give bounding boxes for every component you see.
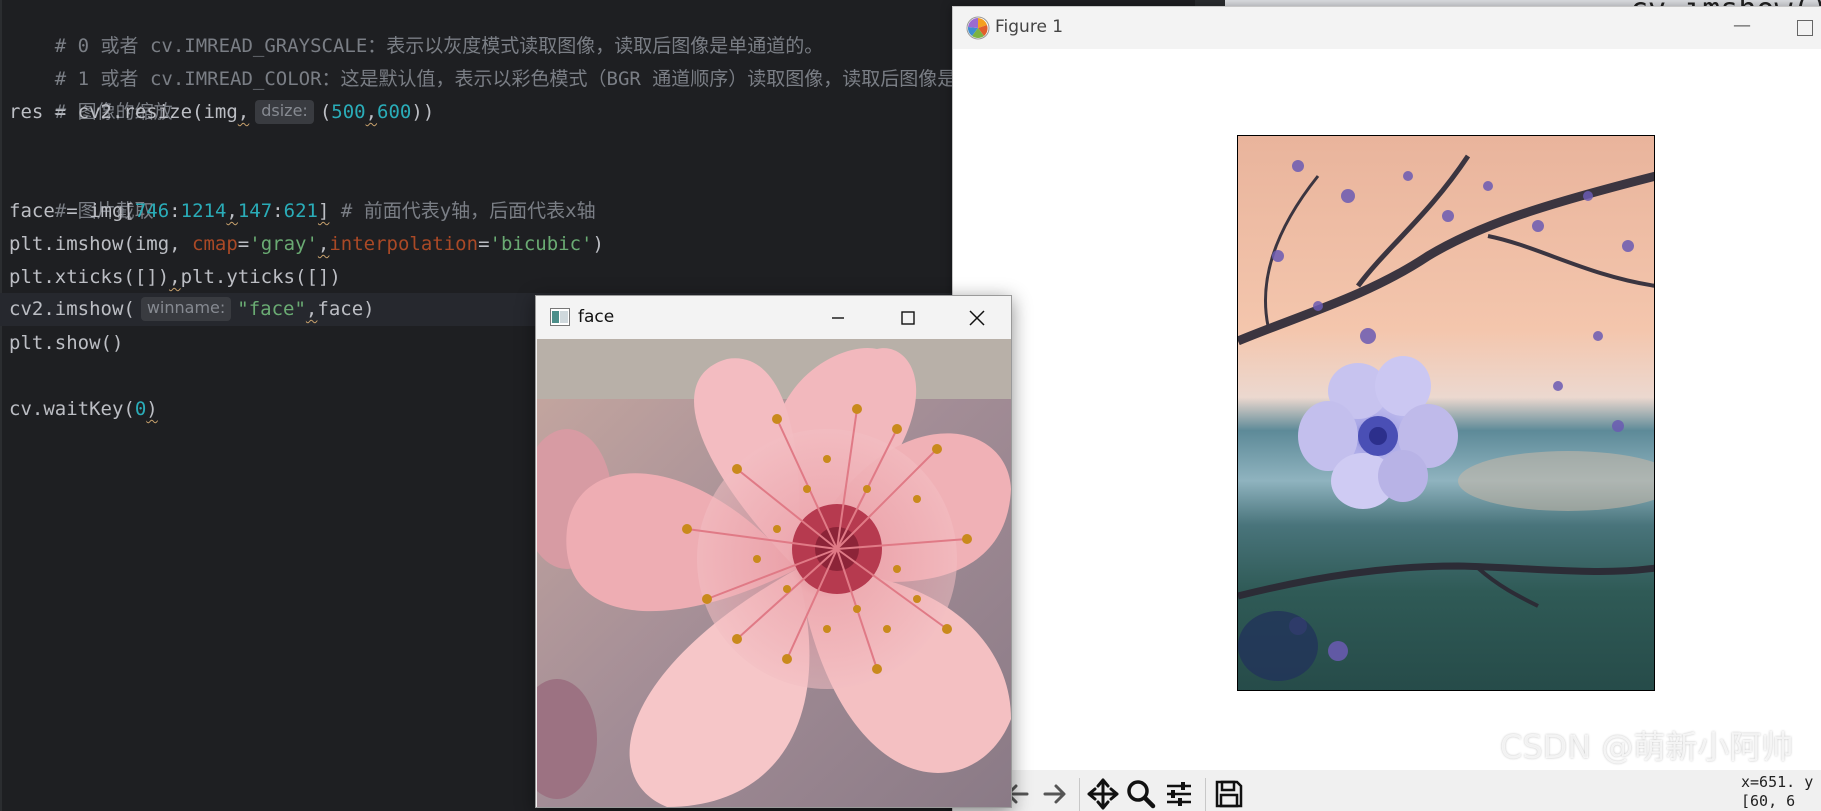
opencv-window-icon (550, 308, 570, 326)
code-face-var: face) (317, 298, 375, 320)
code-paren-close: ) (592, 233, 604, 255)
coord-line-1: x=651. y (1741, 773, 1814, 791)
figure-titlebar[interactable]: Figure 1 — (953, 7, 1821, 49)
coord-line-2: [60, 6 (1741, 792, 1796, 810)
code-num-0: 0 (134, 398, 147, 420)
figure-window[interactable]: Figure 1 — x=651. y [60, 6 (952, 6, 1821, 811)
configure-subplots-button[interactable] (1161, 776, 1197, 811)
code-paren-open: ( (319, 101, 332, 123)
code-imshow-call: plt.imshow(img, (9, 233, 193, 255)
code-line-2[interactable]: # 1 或者 cv.IMREAD_COLOR：这是默认值，表示以彩色模式（BGR… (9, 30, 995, 90)
zoom-button[interactable] (1123, 776, 1159, 811)
code-eq: = (237, 233, 250, 255)
figure-maximize-button[interactable] (1797, 20, 1813, 36)
cursor-coordinates: x=651. y [60, 6 (1741, 773, 1813, 811)
code-comma: , (169, 266, 181, 288)
comment-axis: # 前面代表y轴，后面代表x轴 (340, 200, 596, 222)
face-image (537, 339, 1011, 807)
pan-button[interactable] (1085, 776, 1121, 811)
code-plt-show: plt.show() (9, 332, 124, 354)
forward-button[interactable] (1037, 776, 1073, 811)
code-comma: , (317, 233, 330, 255)
code-line-13[interactable]: cv.waitKey(0) (9, 393, 158, 426)
code-str-gray: 'gray' (249, 233, 318, 255)
code-str-bicubic: 'bicubic' (489, 233, 593, 255)
csdn-watermark: CSDN @萌新小阿帅 (1500, 728, 1794, 766)
code-bracket-close: ] (317, 200, 330, 222)
code-waitkey: cv.waitKey( (9, 398, 135, 420)
maximize-icon (901, 310, 915, 325)
code-comma: , (226, 200, 238, 222)
code-str-face: "face" (237, 298, 306, 320)
code-line-7[interactable]: face = img[746:1214,147:621] # 前面代表y轴，后面… (9, 195, 596, 228)
minimize-icon (832, 316, 844, 319)
code-num-621: 621 (283, 200, 318, 222)
editor-gutter (0, 0, 2, 811)
code-line-1[interactable]: # 0 或者 cv.IMREAD_GRAYSCALE：表示以灰度模式读取图像，读… (9, 0, 824, 57)
figure-minimize-button[interactable]: — (1733, 15, 1751, 36)
code-colon: : (272, 200, 284, 222)
face-close-button[interactable] (942, 296, 1012, 339)
figure-blossom-image (1238, 136, 1654, 690)
code-line-6[interactable]: # 图片截取 (9, 162, 154, 222)
face-titlebar[interactable]: face (536, 296, 1011, 339)
code-num-746: 746 (134, 200, 170, 222)
figure-image-axes (1237, 135, 1655, 691)
comment-color: # 1 或者 cv.IMREAD_COLOR：这是默认值，表示以彩色模式（BGR… (54, 68, 995, 90)
param-hint-dsize: dsize: (255, 100, 314, 124)
figure-title: Figure 1 (995, 17, 1064, 37)
code-res-assign: res = cv2.resize(img (9, 101, 238, 123)
forward-icon (1043, 784, 1066, 804)
code-comma: , (237, 101, 250, 123)
code-paren-close: ) (146, 398, 158, 420)
face-maximize-button[interactable] (873, 296, 943, 339)
code-num-500: 500 (331, 101, 366, 123)
code-colon: : (169, 200, 181, 222)
save-icon (1215, 780, 1243, 808)
code-line-9[interactable]: plt.xticks([]),plt.yticks([]) (9, 261, 341, 294)
face-window[interactable]: face (535, 295, 1012, 808)
code-line-8[interactable]: plt.imshow(img, cmap='gray',interpolatio… (9, 228, 604, 261)
code-close-parens: )) (411, 101, 435, 123)
code-cv-imshow: cv2.imshow( (9, 298, 135, 320)
code-face-assign: face = img[ (9, 200, 135, 222)
code-param-cmap: cmap (192, 233, 238, 255)
close-icon (969, 309, 985, 326)
save-button[interactable] (1211, 776, 1247, 811)
face-window-title: face (578, 307, 615, 327)
figure-toolbar: x=651. y [60, 6 (953, 770, 1821, 811)
toolbar-separator (1079, 778, 1080, 811)
code-comma: , (305, 298, 318, 320)
code-param-interpolation: interpolation (329, 233, 479, 255)
code-line-11[interactable]: plt.show() (9, 327, 123, 360)
code-eq: = (478, 233, 490, 255)
face-blossom-image (537, 339, 1011, 807)
param-hint-winname: winname: (140, 297, 232, 321)
toolbar-separator (1205, 778, 1206, 811)
code-num-600: 600 (377, 101, 412, 123)
configure-subplots-icon (1167, 782, 1191, 806)
code-xticks: plt.xticks([]) (9, 266, 170, 288)
code-yticks: plt.yticks([]) (180, 266, 341, 288)
code-line-3[interactable]: # 图像的缩放 (9, 63, 173, 123)
code-num-147: 147 (237, 200, 273, 222)
pan-icon (1087, 778, 1119, 810)
zoom-icon (1127, 780, 1156, 809)
face-minimize-button[interactable] (803, 296, 873, 339)
matplotlib-logo-icon (966, 16, 990, 40)
code-num-1214: 1214 (180, 200, 227, 222)
code-comma: , (365, 101, 378, 123)
code-line-4[interactable]: res = cv2.resize(img, dsize: (500,600)) (9, 96, 434, 129)
